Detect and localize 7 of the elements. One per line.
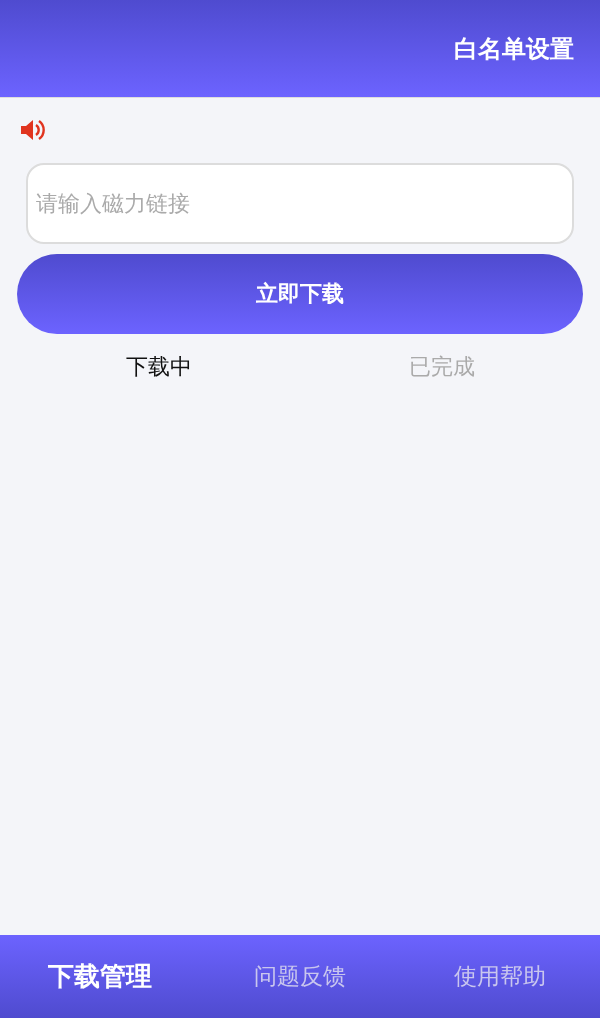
download-button[interactable]: 立即下载 xyxy=(17,254,583,334)
tab[interactable]: 下载中 xyxy=(17,350,300,384)
whitelist-settings-link[interactable]: 白名单设置 xyxy=(454,32,574,65)
nav-tab[interactable]: 问题反馈 xyxy=(200,960,400,993)
magnet-link-field[interactable]: 请输入磁力链接 xyxy=(26,163,574,244)
nav-tab[interactable]: 使用帮助 xyxy=(400,960,600,993)
nav-tab[interactable]: 下载管理 xyxy=(0,958,200,995)
